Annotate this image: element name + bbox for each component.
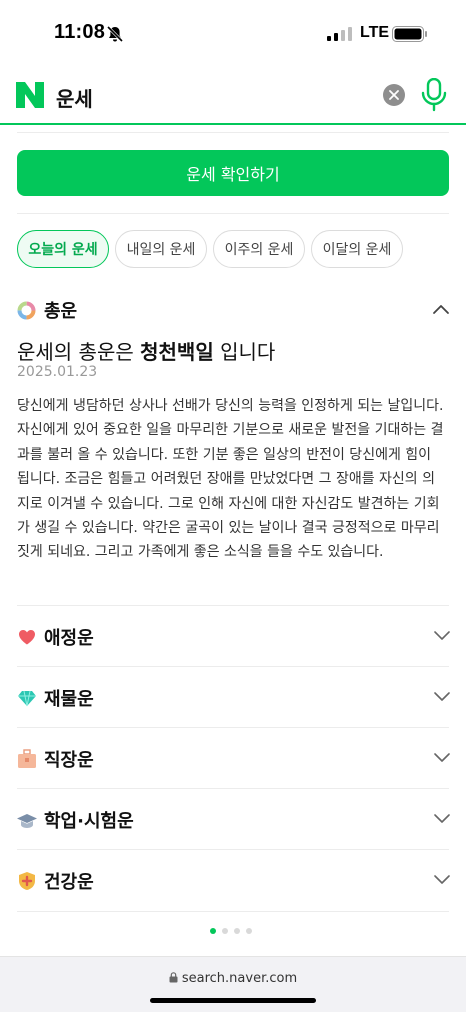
tab-tomorrow[interactable]: 내일의 운세 [115,230,207,268]
network-type: LTE [360,24,390,41]
pagination-dot[interactable] [222,928,228,934]
category-label: 직장운 [44,750,94,771]
fortune-date: 2025.01.23 [17,364,98,380]
chevron-up-icon[interactable] [432,302,450,316]
divider [17,132,449,133]
graduation-cap-icon [17,814,37,828]
divider [17,911,449,912]
pagination-dot[interactable] [234,928,240,934]
category-row-wealth[interactable]: 재물운 [17,666,450,727]
category-row-career[interactable]: 직장운 [17,727,450,788]
check-fortune-button[interactable]: 운세 확인하기 [17,150,449,196]
search-input[interactable]: 운세 [56,83,93,112]
category-label: 애정운 [44,628,94,649]
chevron-down-icon [434,692,450,701]
general-fortune-header[interactable]: 총운 [17,296,77,324]
lock-icon [169,972,178,983]
cellular-signal-icon [327,27,352,41]
status-bar: 11:08 LTE [0,0,466,68]
tab-this-month[interactable]: 이달의 운세 [311,230,403,268]
health-shield-icon [19,872,35,890]
category-row-study[interactable]: 학업·시험운 [17,788,450,849]
category-label: 재물운 [44,689,94,710]
heart-icon [19,630,35,645]
battery-icon [392,26,427,42]
fortune-description: 당신에게 냉담하던 상사나 선배가 당신의 능력을 인정하게 되는 날입니다. … [17,398,444,561]
naver-logo-icon[interactable] [16,82,44,108]
section-title: 총운 [44,301,78,322]
gem-icon [18,690,36,707]
browser-url-bar[interactable]: search.naver.com [0,956,466,1012]
category-row-love[interactable]: 애정운 [17,605,450,666]
chevron-down-icon [434,875,450,884]
divider [17,213,449,214]
home-indicator[interactable] [150,998,316,1003]
tab-this-week[interactable]: 이주의 운세 [213,230,305,268]
tab-today[interactable]: 오늘의 운세 [17,230,109,268]
chevron-down-icon [434,753,450,762]
search-header: 운세 [0,68,466,125]
headline-text: 입니다 [213,340,276,364]
pagination-dot[interactable] [210,928,216,934]
microphone-icon[interactable] [420,78,448,112]
chevron-down-icon [434,814,450,823]
fortune-ring-icon [17,301,36,319]
category-label: 학업·시험운 [44,811,134,832]
close-icon [389,90,399,100]
category-label: 건강운 [44,872,94,893]
status-time: 11:08 [54,21,106,43]
category-row-health[interactable]: 건강운 [17,849,450,910]
headline-text: 운세의 총운은 [17,340,141,364]
chevron-down-icon [434,631,450,640]
fortune-headline: 운세의 총운은 청천백일 입니다 [17,336,275,365]
url-display[interactable]: search.naver.com [0,971,466,986]
clear-search-button[interactable] [383,84,405,106]
bell-off-icon [106,25,124,43]
briefcase-icon [18,749,36,768]
fortune-keyword: 청천백일 [140,340,214,364]
url-text: search.naver.com [181,971,298,986]
pagination-dot[interactable] [246,928,252,934]
